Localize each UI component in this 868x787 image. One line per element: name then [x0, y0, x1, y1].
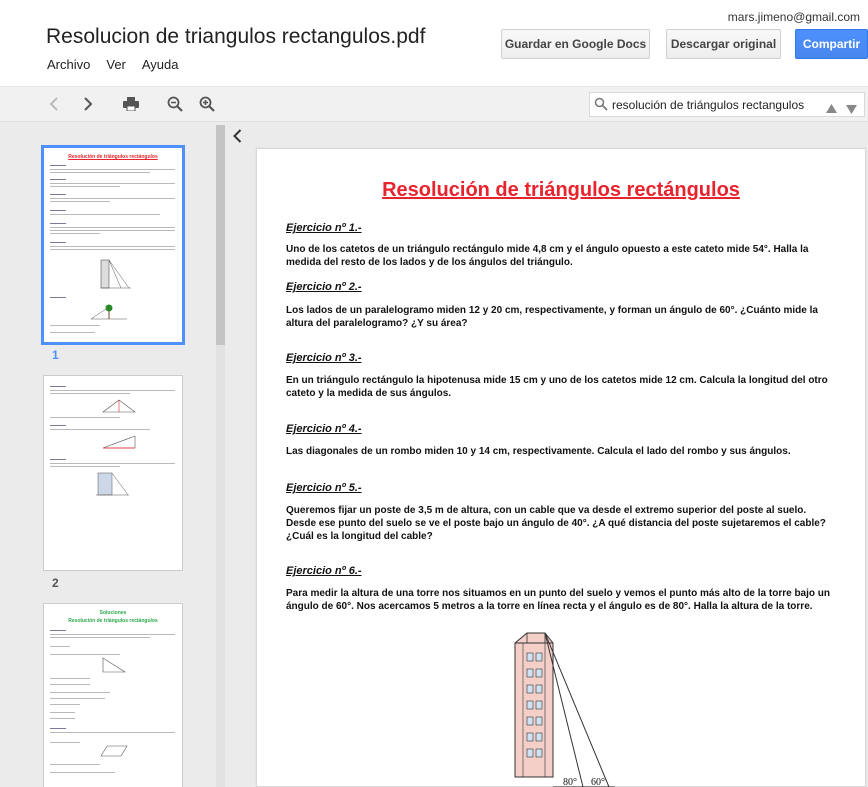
zoom-in-icon[interactable]	[195, 93, 219, 115]
thumbnail-subtitle: Resolución de triángulos rectángulos	[68, 618, 158, 624]
thumbnail-page-1[interactable]: Resolución de triángulos rectángulos	[41, 145, 185, 345]
exercise-text: Para medir la altura de una torre nos si…	[286, 588, 831, 612]
thumbnail-title: Resolución de triángulos rectángulos	[68, 154, 158, 160]
menu-bar: Archivo Ver Ayuda	[47, 57, 195, 72]
save-to-google-docs-button[interactable]: Guardar en Google Docs	[501, 29, 650, 59]
thumbnail-page-number: 1	[52, 348, 59, 362]
exercise-label: Ejercicio nº 1.-	[286, 222, 362, 234]
exercise-text: Los lados de un paralelogramo miden 12 y…	[286, 305, 818, 329]
menu-ver[interactable]: Ver	[106, 57, 126, 72]
search-input[interactable]	[612, 96, 812, 114]
thumbnail-triangle-figure-2	[102, 435, 136, 449]
menu-archivo[interactable]: Archivo	[47, 57, 90, 72]
pdf-page: Resolución de triángulos rectángulos Eje…	[256, 148, 866, 787]
menu-ayuda[interactable]: Ayuda	[142, 57, 179, 72]
exercise-label: Ejercicio nº 4.-	[286, 423, 362, 435]
document-title: Resolucion de triangulos rectangulos.pdf	[46, 25, 426, 48]
user-email[interactable]: mars.jimeno@gmail.com	[728, 10, 860, 24]
thumbnail-panel: Resolución de triángulos rectángulos 1 2…	[0, 122, 228, 787]
chevron-right-icon[interactable]	[76, 93, 100, 115]
exercise-text: En un triángulo rectángulo la hipotenusa…	[286, 375, 828, 399]
tower-figure: 80° 60°	[514, 632, 615, 787]
share-button[interactable]: Compartir	[795, 29, 868, 59]
exercise-text: Queremos fijar un poste de 3,5 m de altu…	[286, 505, 826, 542]
thumbnail-page-3[interactable]: Soluciones Resolución de triángulos rect…	[43, 603, 183, 787]
thumbnail-page-number: 2	[52, 576, 59, 590]
thumbnail-tower-figure	[100, 259, 131, 289]
thumbnail-solution-figure	[102, 657, 127, 673]
exercise-label: Ejercicio nº 2.-	[286, 281, 362, 293]
angle-80-label: 80°	[563, 777, 577, 787]
download-original-button[interactable]: Descargar original	[666, 29, 781, 59]
exercise-label: Ejercicio nº 3.-	[286, 352, 362, 364]
collapse-panel-icon[interactable]	[229, 127, 245, 145]
chevron-left-icon[interactable]	[42, 93, 66, 115]
search-prev-icon[interactable]	[826, 100, 837, 118]
header: mars.jimeno@gmail.com Resolucion de tria…	[0, 0, 868, 86]
viewer-area: Resolución de triángulos rectángulos 1 2…	[0, 122, 868, 787]
print-icon[interactable]	[119, 93, 143, 115]
thumbnail-title: Soluciones	[99, 610, 127, 616]
exercise-label: Ejercicio nº 5.-	[286, 482, 362, 494]
exercise-text: Las diagonales de un rombo miden 10 y 14…	[286, 446, 791, 457]
exercise-text: Uno de los catetos de un triángulo rectá…	[286, 244, 809, 268]
angle-60-label: 60°	[591, 777, 605, 787]
search-icon	[594, 97, 608, 116]
thumbnail-building-figure	[96, 472, 129, 496]
thumbnail-scrollbar-thumb[interactable]	[216, 125, 225, 345]
toolbar	[0, 86, 868, 122]
page-title: Resolución de triángulos rectángulos	[382, 179, 740, 201]
exercise-label: Ejercicio nº 6.-	[286, 565, 362, 577]
thumbnail-tree-figure	[90, 304, 127, 320]
search-next-icon[interactable]	[846, 101, 857, 119]
zoom-out-icon[interactable]	[163, 93, 187, 115]
thumbnail-parallelogram-figure	[100, 745, 128, 757]
thumbnail-page-2[interactable]	[43, 375, 183, 571]
thumbnail-triangle-figure	[102, 399, 136, 413]
search-box	[589, 92, 865, 117]
